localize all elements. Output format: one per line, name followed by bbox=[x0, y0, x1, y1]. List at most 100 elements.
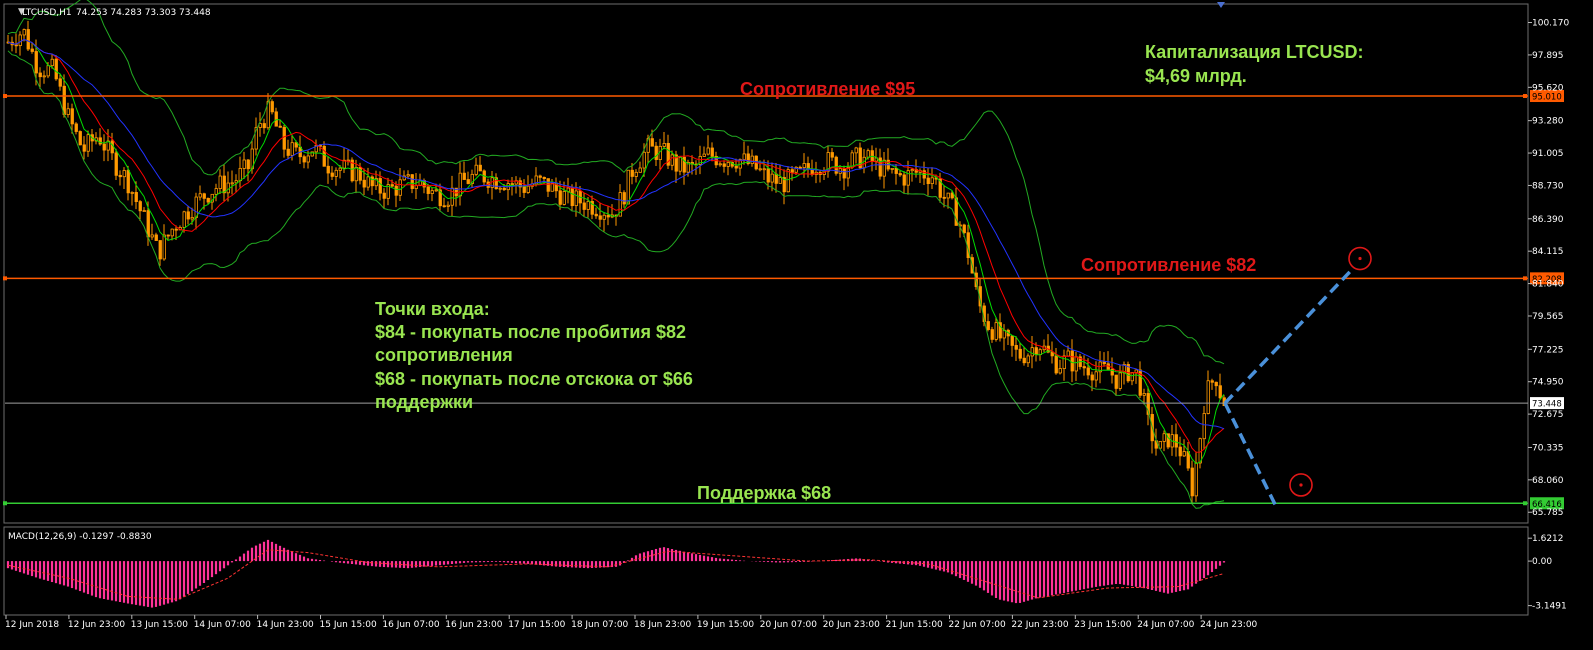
candle-body bbox=[542, 176, 546, 179]
candle-body bbox=[854, 147, 858, 154]
candle-body bbox=[710, 147, 714, 157]
candle-body bbox=[598, 215, 602, 220]
candle-body bbox=[1030, 347, 1034, 357]
candle-body bbox=[170, 228, 174, 237]
candle-body bbox=[522, 186, 526, 193]
candle-body bbox=[398, 179, 402, 196]
candle-body bbox=[194, 196, 198, 218]
candle-body bbox=[1142, 393, 1146, 396]
candle-body bbox=[134, 192, 138, 202]
candle-body bbox=[962, 224, 966, 234]
candle-body bbox=[718, 163, 722, 166]
y-tick-label: 77.225 bbox=[1532, 345, 1564, 355]
candle-body bbox=[478, 164, 482, 172]
shift-marker-icon[interactable] bbox=[1217, 2, 1225, 8]
macd-tick-label: -3.1491 bbox=[1532, 602, 1567, 612]
candle-body bbox=[626, 169, 630, 205]
candle-body bbox=[182, 211, 186, 228]
candle-body bbox=[226, 182, 230, 194]
candle-body bbox=[1074, 356, 1078, 372]
candle-body bbox=[1174, 434, 1178, 448]
entry-point-2: $68 - покупать после отскока от $66 bbox=[375, 369, 693, 389]
candle-body bbox=[1018, 348, 1022, 359]
candle-body bbox=[46, 65, 50, 77]
candle-body bbox=[770, 173, 774, 183]
support-66-handle[interactable] bbox=[3, 501, 7, 506]
candle-body bbox=[558, 190, 562, 205]
resistance-82-handle-right[interactable] bbox=[1523, 276, 1527, 281]
candle-body bbox=[622, 192, 626, 205]
indicators-layer bbox=[7, 0, 1225, 509]
candle-body bbox=[158, 240, 162, 260]
candle-body bbox=[322, 145, 326, 167]
candle-body bbox=[230, 182, 234, 185]
candle-body bbox=[582, 202, 586, 210]
candle-body bbox=[830, 152, 834, 158]
candle-body bbox=[942, 196, 946, 199]
candle-body bbox=[86, 134, 90, 152]
candle-body bbox=[70, 108, 74, 125]
candle-body bbox=[1066, 350, 1070, 357]
candle-body bbox=[50, 58, 54, 67]
candle-body bbox=[242, 159, 246, 169]
candle-body bbox=[82, 144, 86, 152]
support-66-handle-right[interactable] bbox=[1523, 501, 1527, 506]
projection-bullish bbox=[1223, 267, 1355, 405]
candle-body bbox=[902, 174, 906, 186]
candle-body bbox=[802, 163, 806, 168]
candle-body bbox=[118, 174, 122, 178]
candle-body bbox=[366, 176, 370, 188]
macd-signal-line bbox=[7, 549, 1225, 600]
candle-body bbox=[650, 138, 654, 147]
candles-layer bbox=[6, 20, 1226, 503]
candle-body bbox=[58, 78, 62, 87]
candle-body bbox=[758, 168, 762, 171]
capitalization-value: $4,69 млрд. bbox=[1145, 66, 1247, 86]
candle-body bbox=[262, 123, 266, 129]
candle-body bbox=[642, 151, 646, 169]
candle-body bbox=[474, 164, 478, 175]
candle-body bbox=[274, 111, 278, 127]
target-down-dot bbox=[1299, 483, 1303, 487]
candle-body bbox=[26, 29, 30, 50]
candle-body bbox=[1094, 371, 1098, 381]
candle-body bbox=[1070, 350, 1074, 372]
x-tick-label: 12 Jun 23:00 bbox=[68, 620, 125, 630]
candle-body bbox=[662, 143, 666, 147]
candle-body bbox=[142, 210, 146, 212]
candle-body bbox=[986, 321, 990, 330]
candle-body bbox=[18, 34, 22, 46]
candle-body bbox=[946, 192, 950, 199]
chart-canvas[interactable]: 95.01082.20873.44866.416 100.170 97.895 95… bbox=[0, 0, 1593, 646]
x-tick-label: 20 Jun 07:00 bbox=[760, 620, 817, 630]
candle-body bbox=[742, 153, 746, 160]
y-tick-label: 65.785 bbox=[1532, 508, 1564, 518]
candle-body bbox=[926, 177, 930, 185]
candle-body bbox=[1218, 385, 1222, 399]
candle-body bbox=[34, 51, 38, 74]
resistance-95-handle-right[interactable] bbox=[1523, 94, 1527, 99]
candle-body bbox=[1190, 467, 1194, 497]
candle-body bbox=[62, 85, 66, 115]
resistance-82-label: Сопротивление $82 bbox=[1081, 255, 1256, 275]
resistance-82-handle[interactable] bbox=[3, 276, 7, 281]
candle-body bbox=[98, 137, 102, 145]
candle-body bbox=[910, 169, 914, 172]
entry-point-1: $84 - покупать после пробития $82 bbox=[375, 322, 686, 342]
candle-body bbox=[390, 184, 394, 187]
bollinger-upper bbox=[7, 0, 1225, 365]
y-tick-label: 91.005 bbox=[1532, 149, 1564, 159]
candle-body bbox=[634, 171, 638, 177]
resistance-95-handle[interactable] bbox=[3, 94, 7, 99]
y-tick-label: 88.730 bbox=[1532, 181, 1564, 191]
candle-body bbox=[466, 179, 470, 184]
candle-body bbox=[654, 145, 658, 160]
candle-body bbox=[766, 168, 770, 183]
current-price-price-label: 73.448 bbox=[1532, 400, 1562, 410]
candle-body bbox=[434, 189, 438, 192]
candle-body bbox=[218, 175, 222, 189]
candle-body bbox=[146, 210, 150, 238]
candle-body bbox=[150, 234, 154, 238]
macd-tick-label: 1.6212 bbox=[1532, 534, 1564, 544]
candle-body bbox=[238, 168, 242, 182]
